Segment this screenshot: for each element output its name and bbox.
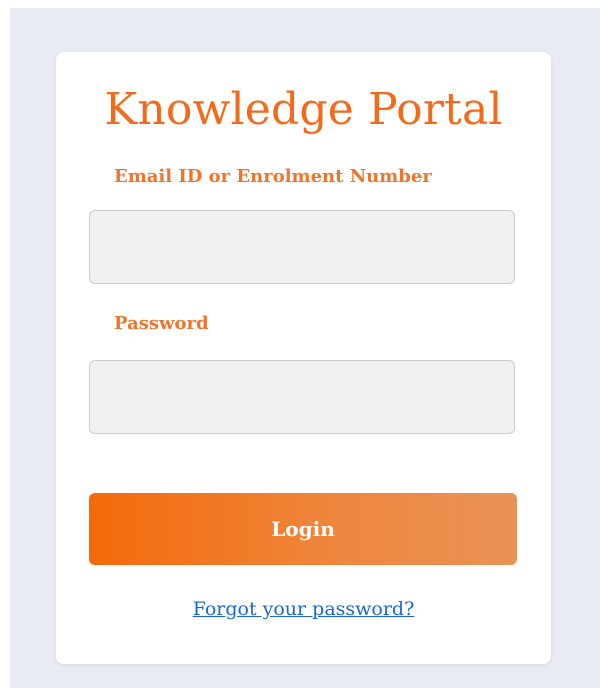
login-button[interactable]: Login [89,493,517,565]
forgot-password-container: Forgot your password? [56,600,551,619]
password-label: Password [114,313,209,334]
portal-title: Knowledge Portal [104,84,503,135]
password-input[interactable] [89,360,515,434]
email-label: Email ID or Enrolment Number [114,166,432,187]
forgot-password-link[interactable]: Forgot your password? [193,598,415,620]
login-card: Knowledge Portal Email ID or Enrolment N… [56,52,551,664]
email-input[interactable] [89,210,515,284]
